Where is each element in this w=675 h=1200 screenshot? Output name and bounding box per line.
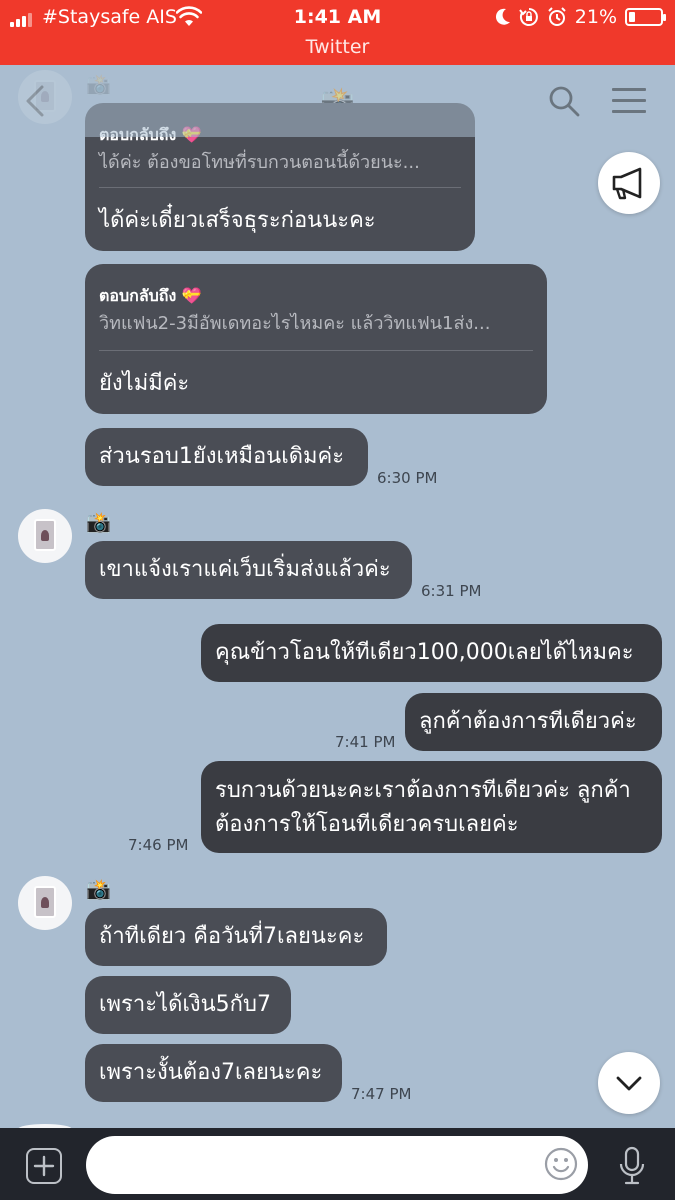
message-text: ยังไม่มีค่ะ xyxy=(99,371,190,396)
message-input[interactable] xyxy=(86,1136,588,1194)
alarm-icon xyxy=(548,7,566,26)
message-text-line: รบกวนด้วยนะคะเราต้องการทีเดียวค่ะ ลูกค้า xyxy=(215,778,631,803)
reply-divider xyxy=(99,350,533,351)
chevron-down-icon xyxy=(616,1076,642,1091)
message-text: คุณข้าวโอนให้ทีเดียว100,000เลยได้ไหมคะ xyxy=(215,640,634,665)
moon-icon xyxy=(495,8,510,25)
battery-icon xyxy=(625,8,666,26)
message-text: เพราะงั้นต้อง7เลยนะคะ xyxy=(99,1060,323,1085)
message-text: เขาแจ้งเราแค่เว็บเริ่มส่งแล้วค่ะ xyxy=(99,557,391,582)
message-bubble[interactable]: ตอบกลับถึง 💝 วิทแฟน2-3มีอัพเดทอะไรไหมคะ … xyxy=(85,264,547,414)
reply-quote: ได้ค่ะ ต้องขอโทษที่รบกวนตอนนี้ด้วยนะ... xyxy=(99,152,420,173)
sender-name: 📸 xyxy=(86,72,111,96)
message-bubble-outgoing[interactable]: ลูกค้าต้องการทีเดียวค่ะ xyxy=(405,693,662,751)
message-text-line: ต้องการให้โอนทีเดียวครบเลยค่ะ xyxy=(215,812,519,837)
rotation-lock-icon xyxy=(518,8,538,26)
message-time: 6:31 PM xyxy=(421,582,482,600)
avatar[interactable] xyxy=(18,70,72,124)
message-bubble[interactable]: เพราะได้เงิน5กับ7 xyxy=(85,976,291,1034)
message-bubble[interactable]: เพราะงั้นต้อง7เลยนะคะ xyxy=(85,1044,342,1102)
message-text: ส่วนรอบ1ยังเหมือนเดิมค่ะ xyxy=(99,444,345,469)
message-bubble[interactable]: เขาแจ้งเราแค่เว็บเริ่มส่งแล้วค่ะ xyxy=(85,541,412,599)
sender-name: 📸 xyxy=(86,510,111,534)
emoji-icon[interactable] xyxy=(543,1146,579,1182)
message-bubble-outgoing[interactable]: คุณข้าวโอนให้ทีเดียว100,000เลยได้ไหมคะ xyxy=(201,624,662,682)
message-bubble[interactable]: ตอบกลับถึง 💝 ได้ค่ะ ต้องขอโทษที่รบกวนตอน… xyxy=(85,103,475,251)
message-bubble[interactable]: ถ้าทีเดียว คือวันที่7เลยนะคะ xyxy=(85,908,387,966)
battery-percent: 21% xyxy=(574,6,617,28)
message-time: 7:41 PM xyxy=(335,733,396,751)
plus-icon xyxy=(33,1155,55,1177)
sender-name: 📸 xyxy=(86,877,111,901)
search-icon[interactable] xyxy=(548,85,580,117)
status-bar: #Staysafe AIS 1:41 AM 21% Twitter xyxy=(0,0,675,65)
message-time: 6:30 PM xyxy=(377,469,438,487)
message-bubble[interactable]: ส่วนรอบ1ยังเหมือนเดิมค่ะ xyxy=(85,428,368,486)
message-time: 7:46 PM xyxy=(128,836,189,854)
avatar[interactable] xyxy=(18,509,72,563)
hamburger-menu-icon[interactable] xyxy=(612,87,648,115)
announcement-button[interactable] xyxy=(598,152,660,214)
message-text: ได้ค่ะเดี๋ยวเสร็จธุระก่อนนะคะ xyxy=(99,208,376,233)
message-input-bar xyxy=(0,1128,675,1200)
message-bubble-outgoing[interactable]: รบกวนด้วยนะคะเราต้องการทีเดียวค่ะ ลูกค้า… xyxy=(201,761,662,853)
add-attachment-button[interactable] xyxy=(26,1148,62,1184)
scroll-to-bottom-button[interactable] xyxy=(598,1052,660,1114)
avatar[interactable] xyxy=(18,876,72,930)
message-text: ถ้าทีเดียว คือวันที่7เลยนะคะ xyxy=(99,924,365,949)
microphone-icon[interactable] xyxy=(618,1146,646,1186)
message-text: ลูกค้าต้องการทีเดียวค่ะ xyxy=(419,709,637,734)
reply-divider xyxy=(99,187,461,188)
back-to-app-label[interactable]: Twitter xyxy=(0,36,675,58)
message-text: เพราะได้เงิน5กับ7 xyxy=(99,992,271,1017)
reply-quote: วิทแฟน2-3มีอัพเดทอะไรไหมคะ แล้ววิทแฟน1ส่… xyxy=(99,313,491,334)
megaphone-icon xyxy=(612,167,642,200)
message-time: 7:47 PM xyxy=(351,1085,412,1103)
